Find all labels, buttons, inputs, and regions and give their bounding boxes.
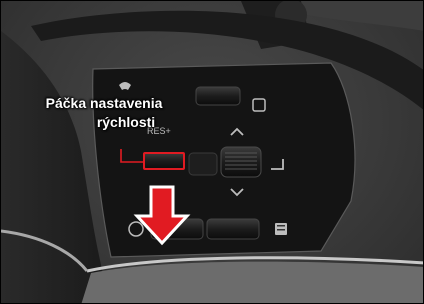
thumb-roller[interactable] <box>220 146 262 178</box>
callout-line-1: Páčka nastavenia <box>45 95 163 111</box>
cancel-button[interactable] <box>206 218 260 240</box>
photo-frame: RES+ Páčka nastavenia rýchlosti <box>0 0 424 304</box>
steering-wheel-scene: RES+ <box>1 1 423 303</box>
callout-line-2: rýchlosti <box>96 114 156 130</box>
callout-label: Páčka nastavenia rýchlosti <box>19 94 189 132</box>
lower-trim <box>81 261 423 303</box>
speed-set-lever[interactable] <box>143 152 185 170</box>
menu-icon <box>275 223 287 235</box>
left-thumb-button[interactable] <box>188 152 218 176</box>
menu-button[interactable] <box>195 86 241 106</box>
